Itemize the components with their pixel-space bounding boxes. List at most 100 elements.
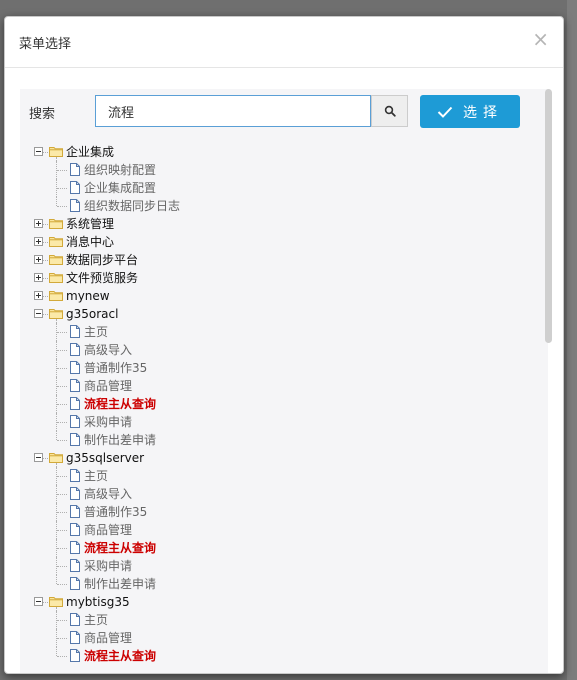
tree-connector [57, 404, 67, 405]
tree-folder-label: 企业集成 [66, 145, 115, 159]
tree-folder[interactable]: g35sqlserver [20, 449, 520, 467]
tree-connector [57, 638, 67, 639]
tree-connector [56, 607, 57, 611]
tree-leaf[interactable]: 组织数据同步日志 [20, 197, 520, 215]
tree-leaf-label: 商品管理 [84, 523, 133, 537]
magnifier-icon [384, 105, 396, 117]
tree-leaf[interactable]: 主页 [20, 323, 520, 341]
tree-leaf-label: 企业集成配置 [84, 181, 157, 195]
tree-leaf[interactable]: 流程主从查询 [20, 395, 520, 413]
tree-connector [57, 422, 67, 423]
tree-connector [57, 206, 67, 207]
tree-leaf[interactable]: 制作出差申请 [20, 575, 520, 593]
tree-leaf[interactable]: 流程主从查询 [20, 647, 520, 665]
tree-connector [43, 224, 48, 225]
tree-leaf[interactable]: 流程主从查询 [20, 539, 520, 557]
close-icon[interactable]: × [532, 29, 549, 49]
tree-leaf-label-match: 流程主从查询 [84, 649, 157, 663]
tree-leaf[interactable]: 商品管理 [20, 521, 520, 539]
tree-connector [57, 548, 67, 549]
tree-leaf-label-match: 流程主从查询 [84, 541, 157, 555]
tree-connector [57, 566, 67, 567]
tree-leaf[interactable]: 采购申请 [20, 557, 520, 575]
page-icon [70, 397, 80, 410]
tree-leaf-label: 普通制作35 [84, 505, 148, 519]
page-icon [70, 379, 80, 392]
tree-connector [43, 602, 48, 603]
tree-leaf[interactable]: 商品管理 [20, 377, 520, 395]
tree-leaf-label: 组织映射配置 [84, 163, 157, 177]
page-icon [70, 181, 80, 194]
page-icon [70, 649, 80, 662]
page-icon [70, 361, 80, 374]
tree-folder[interactable]: 系统管理 [20, 215, 520, 233]
collapse-toggle-icon[interactable] [34, 147, 43, 156]
collapse-toggle-icon[interactable] [34, 597, 43, 606]
tree-leaf[interactable]: 高级导入 [20, 341, 520, 359]
tree-connector [57, 494, 67, 495]
tree-leaf[interactable]: 采购申请 [20, 413, 520, 431]
checkmark-icon [437, 106, 453, 118]
scrollbar-thumb[interactable] [545, 89, 552, 343]
folder-icon [49, 236, 63, 247]
page-icon [70, 613, 80, 626]
expand-toggle-icon[interactable] [34, 219, 43, 228]
tree-leaf[interactable]: 商品管理 [20, 629, 520, 647]
page-icon [70, 325, 80, 338]
tree-leaf[interactable]: 普通制作35 [20, 359, 520, 377]
tree-leaf[interactable]: 企业集成配置 [20, 179, 520, 197]
tree-connector [56, 157, 57, 161]
tree-leaf[interactable]: 主页 [20, 611, 520, 629]
page-icon [70, 199, 80, 212]
expand-toggle-icon[interactable] [34, 255, 43, 264]
dialog-header: 菜单选择 × [5, 17, 563, 68]
tree-leaf-label: 高级导入 [84, 343, 133, 357]
tree-folder[interactable]: mynew [20, 287, 520, 305]
expand-toggle-icon[interactable] [34, 273, 43, 282]
page-icon [70, 505, 80, 518]
tree-leaf-label: 制作出差申请 [84, 577, 157, 591]
tree-folder[interactable]: 消息中心 [20, 233, 520, 251]
tree-leaf[interactable]: 主页 [20, 467, 520, 485]
tree-connector [43, 152, 48, 153]
tree-leaf[interactable]: 制作出差申请 [20, 431, 520, 449]
tree-leaf-label: 高级导入 [84, 487, 133, 501]
dialog-body: 搜索 选择 企业集成组织映射配置企业集成配置组织数据同步日志系统管理消息中心数据… [20, 89, 548, 673]
tree-folder-label: g35sqlserver [66, 451, 145, 465]
tree-connector [56, 319, 57, 323]
tree-folder-label: mybtisg35 [66, 595, 130, 609]
tree-connector [43, 278, 48, 279]
expand-toggle-icon[interactable] [34, 237, 43, 246]
tree-folder[interactable]: 企业集成 [20, 143, 520, 161]
page-icon [70, 523, 80, 536]
scrollbar[interactable] [545, 89, 552, 673]
tree-folder[interactable]: 数据同步平台 [20, 251, 520, 269]
tree-connector [57, 386, 67, 387]
tree-connector [57, 620, 67, 621]
tree-connector [57, 188, 67, 189]
collapse-toggle-icon[interactable] [34, 453, 43, 462]
folder-icon [49, 272, 63, 283]
tree-folder-label: 文件预览服务 [66, 271, 139, 285]
tree-folder-label: mynew [66, 289, 110, 303]
tree-leaf-label: 采购申请 [84, 559, 133, 573]
tree-leaf-label: 采购申请 [84, 415, 133, 429]
tree-leaf-label: 商品管理 [84, 631, 133, 645]
tree-leaf[interactable]: 高级导入 [20, 485, 520, 503]
tree-folder[interactable]: g35oracl [20, 305, 520, 323]
tree-connector [57, 368, 67, 369]
tree-leaf[interactable]: 普通制作35 [20, 503, 520, 521]
tree-leaf-label: 商品管理 [84, 379, 133, 393]
expand-toggle-icon[interactable] [34, 291, 43, 300]
tree-leaf[interactable]: 组织映射配置 [20, 161, 520, 179]
folder-icon [49, 308, 63, 319]
select-button[interactable]: 选择 [420, 95, 520, 128]
page-icon [70, 559, 80, 572]
tree-folder[interactable]: 文件预览服务 [20, 269, 520, 287]
tree-folder[interactable]: mybtisg35 [20, 593, 520, 611]
menu-select-dialog: 菜单选择 × 搜索 选择 企业集成组织映射配置企业集成配置组织数据同步日志系统管… [4, 16, 564, 674]
tree-connector [57, 512, 67, 513]
search-input[interactable] [95, 95, 371, 127]
search-button[interactable] [371, 95, 408, 127]
collapse-toggle-icon[interactable] [34, 309, 43, 318]
